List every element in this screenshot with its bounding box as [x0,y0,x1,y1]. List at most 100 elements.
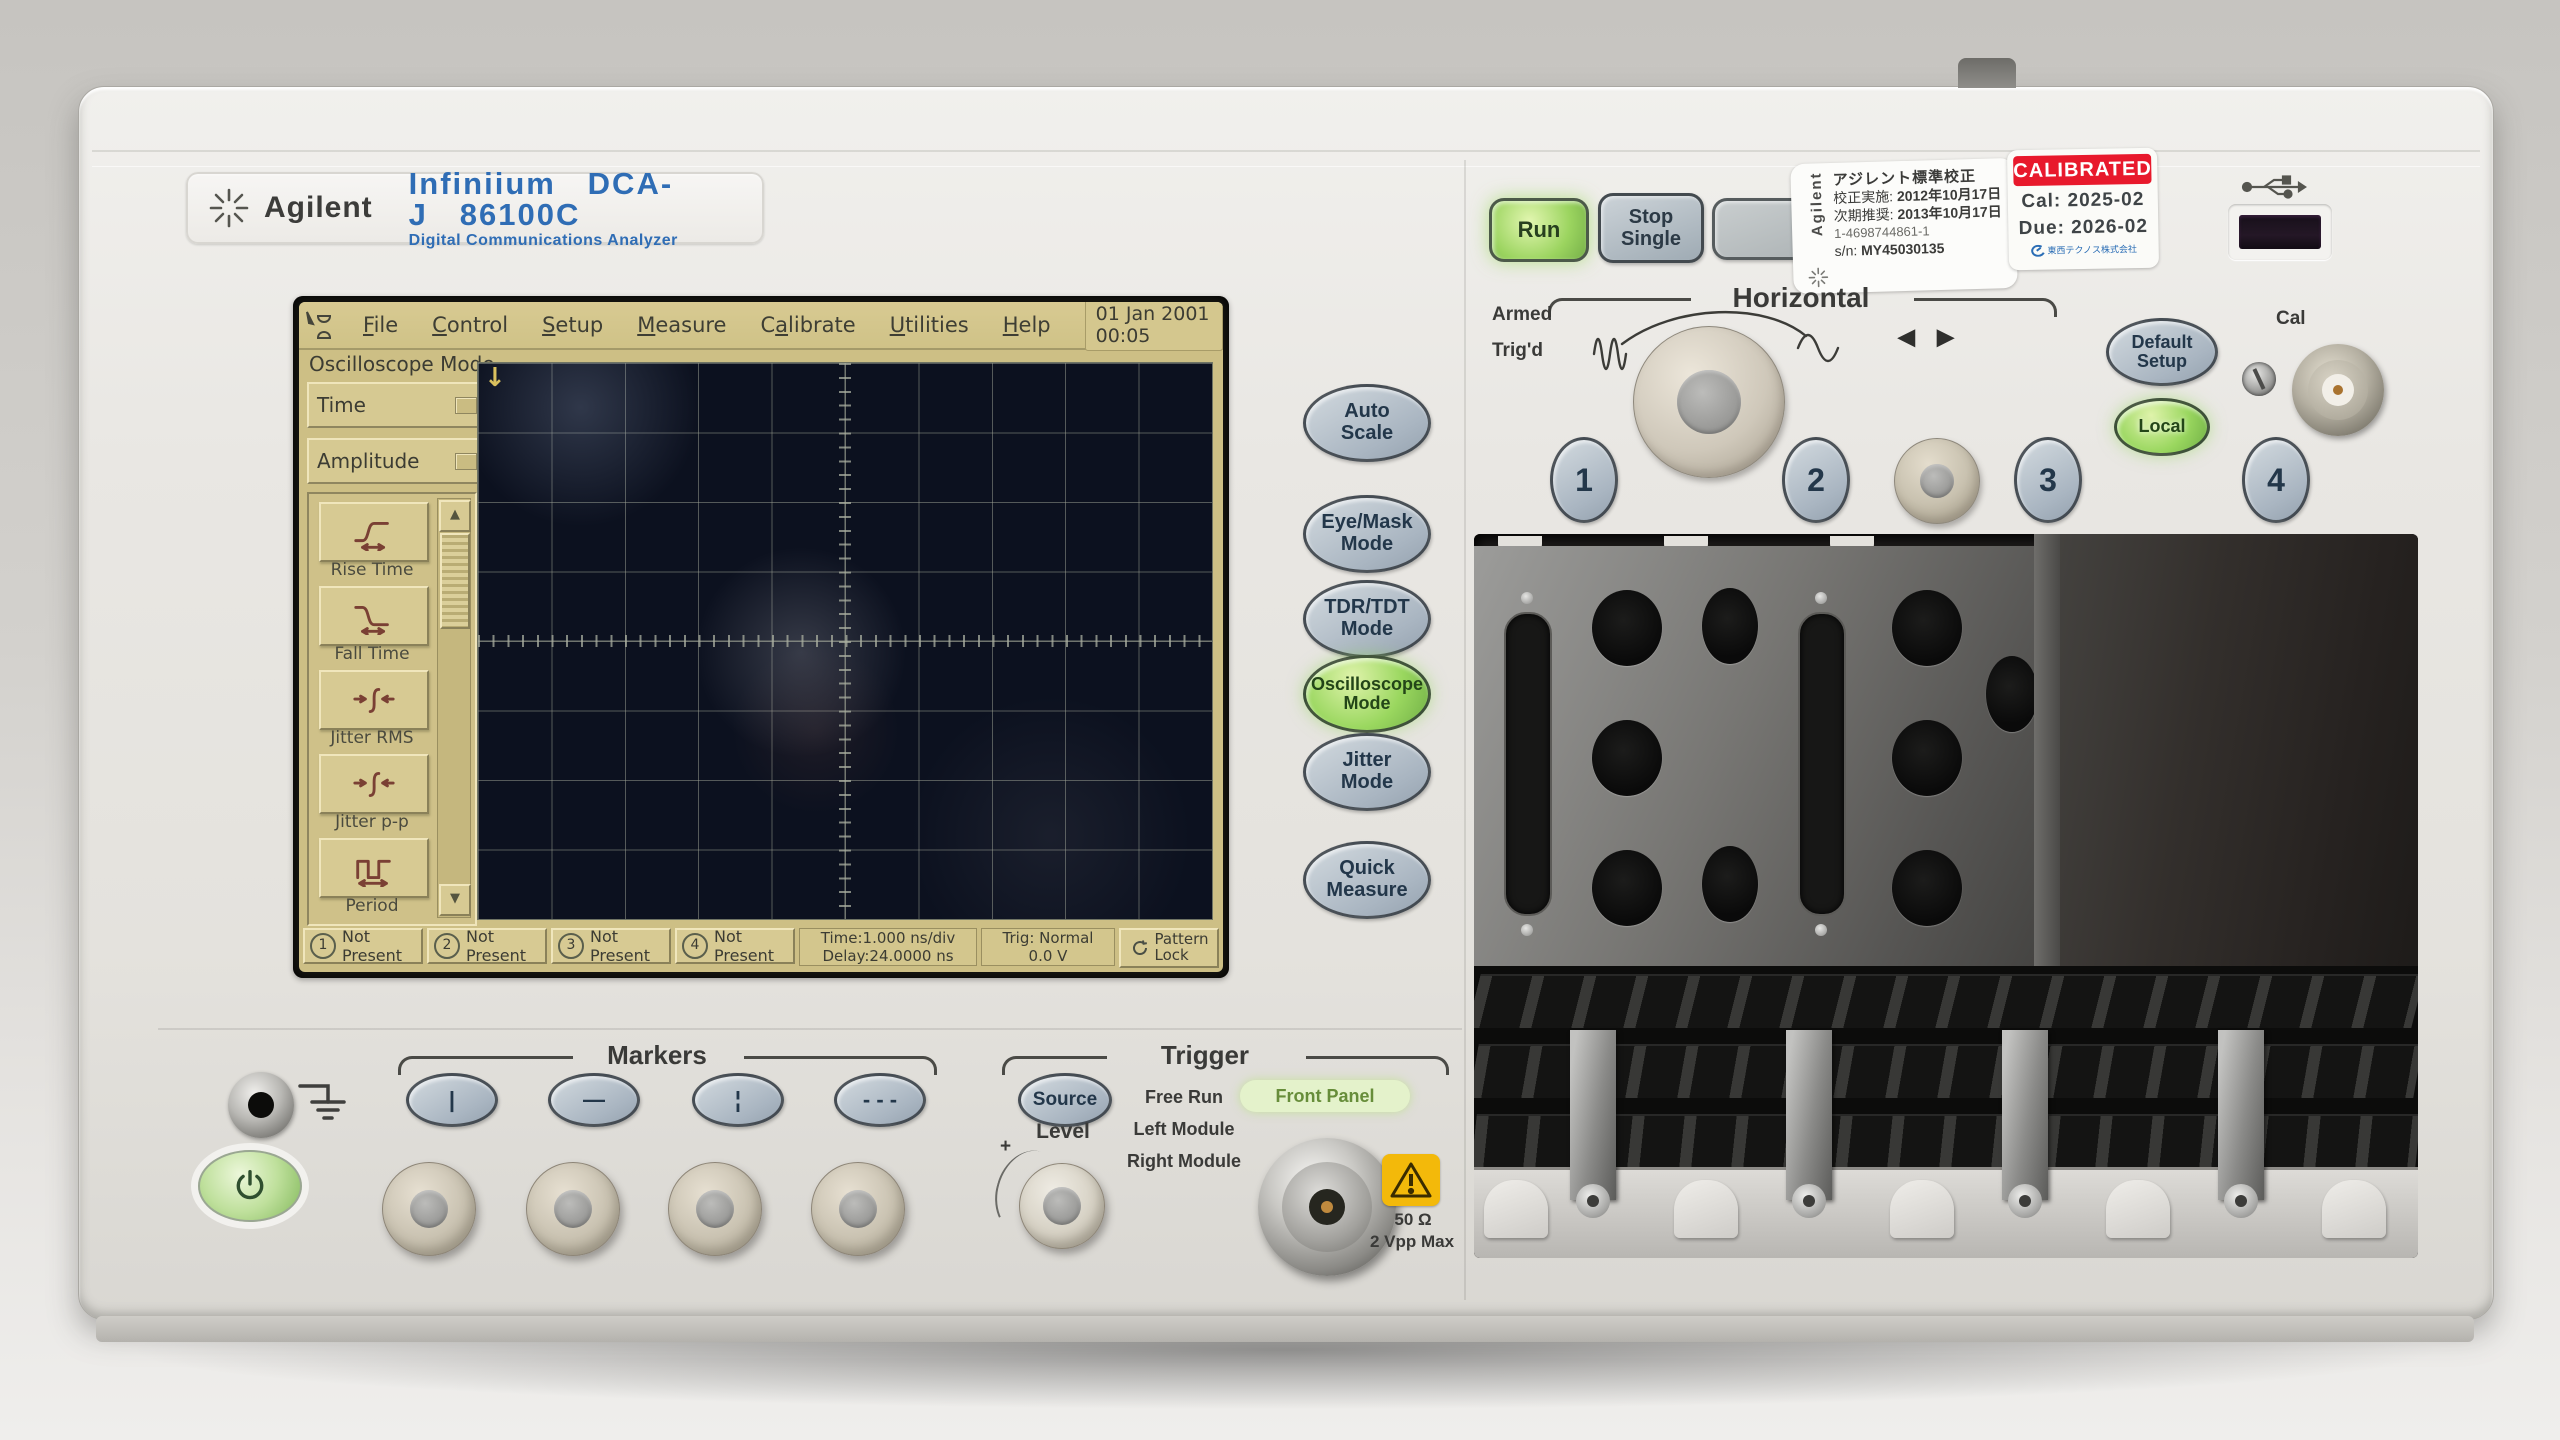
channel-button-number: 3 [2039,463,2057,498]
cal-adjust-screw [2242,362,2276,396]
marker-solid-vertical-knob[interactable] [382,1162,476,1256]
horizontal-axis-ticks [478,635,1212,647]
marker-solid-horizontal-button[interactable]: — [548,1073,640,1127]
menu-item-utilities[interactable]: Utilities [890,313,969,337]
marker-solid-horizontal-knob[interactable] [526,1162,620,1256]
channel-1-status-button[interactable]: 1Not Present [303,928,423,964]
local-button[interactable]: Local [2114,398,2210,456]
scroll-down-button[interactable]: ▼ [439,884,471,916]
period-button[interactable] [319,838,429,898]
scroll-thumb[interactable] [440,533,470,629]
default-setup-button[interactable]: DefaultSetup [2106,318,2218,386]
time-dropdown[interactable]: Time [307,382,487,428]
horizontal-bracket-right [1914,298,2057,317]
pattern-lock-button[interactable]: PatternLock [1119,928,1219,968]
sill-tab [2106,1180,2170,1238]
mode-button-line2: Mode [1341,772,1393,794]
max-input-label: 2 Vpp Max [1352,1232,1472,1252]
channel-3-status-button[interactable]: 3Not Present [551,928,671,964]
channel-number: 1 [310,933,336,959]
period-label: Period [309,896,435,916]
delay-arrows-label: ◀ ▶ [1898,324,1962,350]
power-button[interactable] [198,1150,302,1222]
mode-button-line2: Mode [1344,694,1391,713]
mode-button-line1: Quick [1339,858,1395,880]
channel-2-front-button[interactable]: 2 [1782,437,1850,523]
delay-knob[interactable] [1894,438,1980,524]
knob-center [554,1190,592,1228]
mode-button-line2: Scale [1341,423,1393,445]
trigger-bracket-right [1306,1056,1449,1075]
vent-hole [1892,850,1962,926]
channel-2-status-button[interactable]: 2Not Present [427,928,547,964]
menu-item-file[interactable]: File [363,313,398,337]
marker-glyph: — [583,1088,605,1112]
vent-hole [1892,590,1962,666]
marker-dashed-vertical-knob[interactable] [668,1162,762,1256]
marker-solid-vertical-button[interactable]: | [406,1073,498,1127]
menu-item-setup[interactable]: Setup [542,313,603,337]
menu-item-help[interactable]: Help [1003,313,1051,337]
knob-center [839,1190,877,1228]
module-guide-rail [2218,1030,2264,1200]
menu-item-calibrate[interactable]: Calibrate [760,313,855,337]
hourglass-cursor-icon [305,310,335,344]
trigger-level-knob[interactable] [1019,1163,1105,1249]
quick-measure-button[interactable]: QuickMeasure [1303,841,1431,919]
bay-board [1474,974,2418,1028]
timebase-knob[interactable] [1633,326,1785,478]
brand-plate: Agilent Infiniium DCA-J 86100C Digital C… [186,172,764,244]
run-button[interactable]: Run [1489,198,1589,262]
channel-1-front-button[interactable]: 1 [1550,437,1618,523]
channel-number: 3 [558,933,584,959]
agilent-calibration-sticker: Agilent アジレント標準校正 校正実施: 2012年10月17日 次期推奨… [1790,158,2018,294]
timebase-status[interactable]: Time:1.000 ns/div Delay:24.0000 ns [799,928,977,966]
menu-item-measure[interactable]: Measure [637,313,726,337]
due-date-line: Due: 2026-02 [2014,216,2152,240]
mode-button-line1: Eye/Mask [1321,512,1412,534]
marker-dashed-horizontal-knob[interactable] [811,1162,905,1256]
mode-button-line2: Mode [1341,619,1393,641]
scroll-up-button[interactable]: ▲ [439,500,471,532]
dropdown-icon [455,397,477,414]
trigger-status[interactable]: Trig: Normal 0.0 V [981,928,1115,966]
measurement-panel: Rise TimeFall TimeJitter RMSJitter p-pPe… [307,492,477,926]
trigger-option-right-module: Right Module [1108,1151,1260,1172]
sill-tab [1674,1180,1738,1238]
menu-item-control[interactable]: Control [432,313,508,337]
bnc-center-pin [2333,385,2343,395]
level-plus-label: + [1000,1136,1011,1158]
auto-scale-button[interactable]: AutoScale [1303,384,1431,462]
channel-button-number: 4 [2267,463,2285,498]
eye-mask-mode-button[interactable]: Eye/MaskMode [1303,495,1431,573]
armed-indicator-label: Armed [1492,304,1552,326]
channel-4-front-button[interactable]: 4 [2242,437,2310,523]
timebase-delay: Delay:24.0000 ns [822,947,953,965]
channel-status-text: Not Present [466,927,545,965]
impedance-label: 50 Ω [1368,1210,1458,1230]
instrument-display: File Control Setup Measure Calibrate Utilitie… [299,302,1223,972]
channel-number: 2 [434,933,460,959]
calibrated-sticker: CALIBRATED Cal: 2025-02 Due: 2026-02 東西テ… [2007,148,2159,271]
tdr-tdt-mode-button[interactable]: TDR/TDTMode [1303,580,1431,658]
marker-dashed-vertical-button[interactable]: ¦ [692,1073,784,1127]
trigger-level-marker-icon: ↓ [484,363,506,393]
stop-single-button[interactable]: StopSingle [1598,193,1704,263]
mode-button-line1: TDR/TDT [1324,597,1410,619]
jitter-rms-button[interactable] [319,670,429,730]
sticker-vendor: Agilent [1807,171,1826,236]
trigger-source-button[interactable]: Source [1018,1073,1112,1127]
amplitude-dropdown[interactable]: Amplitude [307,438,487,484]
knob-center [1677,370,1741,434]
scrollbar[interactable]: ▲ ▼ [437,498,471,918]
usb-icon [2240,174,2310,200]
oscilloscope-mode-button[interactable]: OscilloscopeMode [1303,655,1431,733]
jitter-mode-button[interactable]: JitterMode [1303,733,1431,811]
rise-time-button[interactable] [319,502,429,562]
marker-dashed-horizontal-button[interactable]: - - - [834,1073,926,1127]
trigger-section-title: Trigger [1110,1040,1300,1071]
fall-time-button[interactable] [319,586,429,646]
channel-4-status-button[interactable]: 4Not Present [675,928,795,964]
jitter-p-p-button[interactable] [319,754,429,814]
channel-3-front-button[interactable]: 3 [2014,437,2082,523]
